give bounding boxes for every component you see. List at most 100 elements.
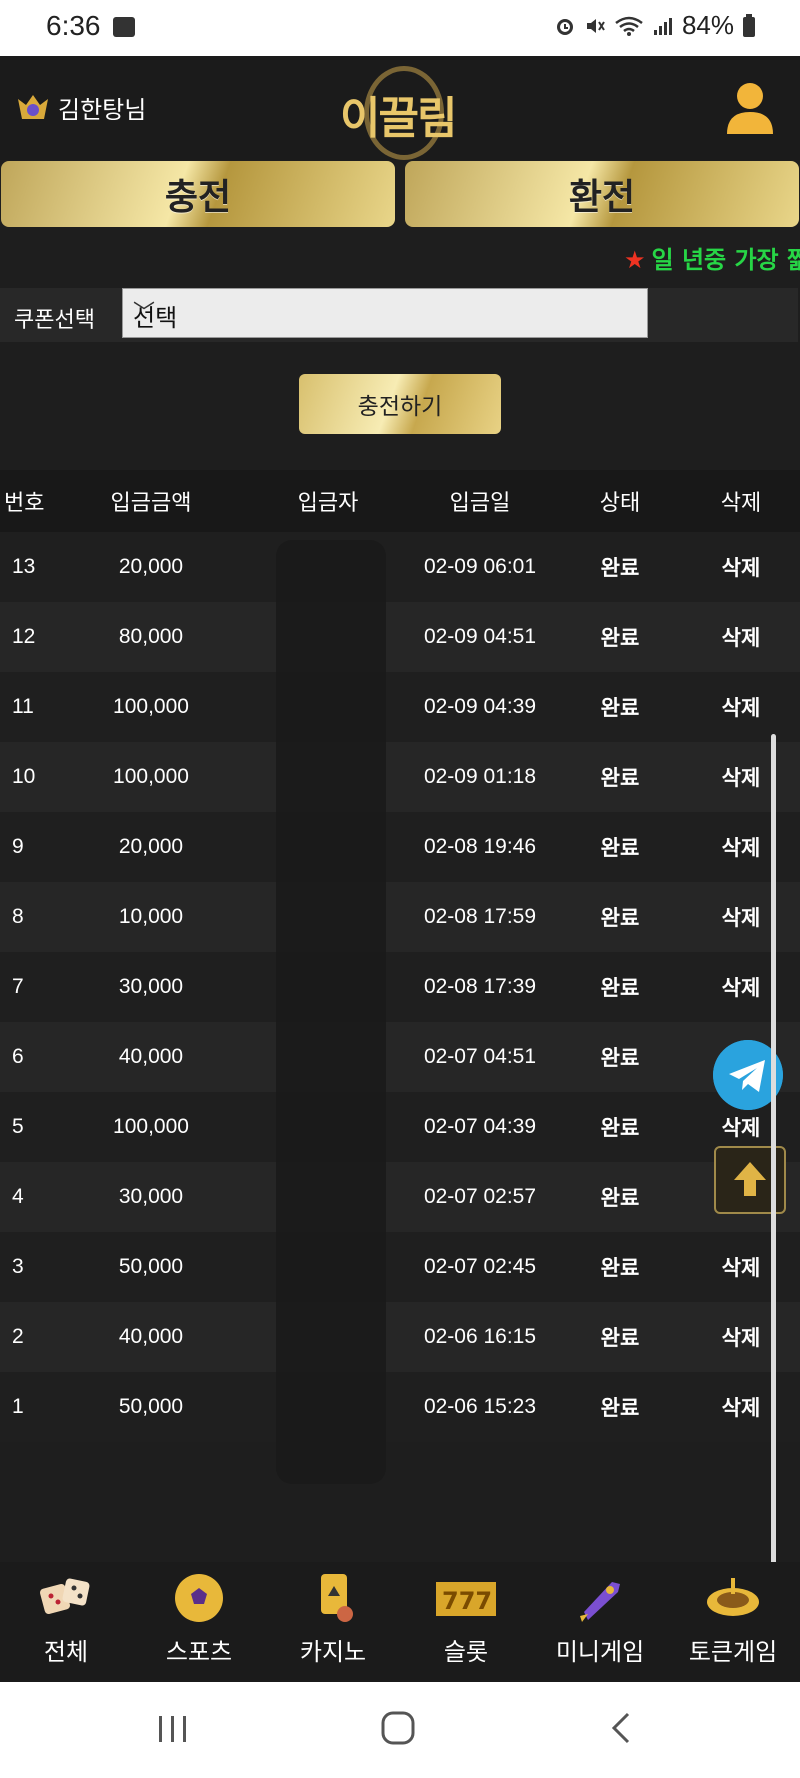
cell-delete[interactable]: 삭제 (700, 532, 782, 602)
cell-amount: 50,000 (118, 1395, 184, 1418)
gallery-notification-icon (113, 17, 135, 37)
nav-slot[interactable]: 777 슬롯 (401, 1562, 531, 1682)
col-header-depositor: 입금자 (297, 491, 359, 516)
back-icon[interactable] (608, 1710, 636, 1746)
nav-tokengame[interactable]: 토큰게임 (668, 1562, 798, 1682)
table-row: 3 50,000 02-07 02:45 완료 삭제 (0, 1232, 800, 1302)
cell-delete[interactable]: 삭제 (700, 742, 782, 812)
cell-delete[interactable]: 삭제 (700, 1372, 782, 1442)
site-logo[interactable]: 이끌림 (338, 60, 462, 160)
nav-all-label: 전체 (43, 1638, 89, 1666)
status-bar: 6:36 84% (0, 0, 800, 56)
cell-delete[interactable]: 삭제 (700, 1302, 782, 1372)
cell-amount: 100,000 (113, 695, 189, 718)
nav-sports-label: 스포츠 (165, 1638, 233, 1666)
cell-delete[interactable]: 삭제 (700, 952, 782, 1022)
signal-icon (653, 17, 672, 35)
cell-no: 9 (12, 835, 24, 858)
col-header-date: 입금일 (449, 491, 511, 516)
nav-tokengame-label: 토큰게임 (688, 1638, 778, 1666)
nav-casino-label: 카지노 (299, 1638, 367, 1666)
col-header-amount: 입금금액 (110, 491, 192, 516)
table-row: 11 100,000 02-09 04:39 완료 삭제 (0, 672, 800, 742)
cell-amount: 50,000 (118, 1255, 184, 1278)
recent-apps-icon[interactable] (156, 1712, 190, 1746)
charge-submit-button[interactable]: 충전하기 (299, 374, 501, 434)
cell-no: 4 (12, 1185, 24, 1208)
cell-date: 02-07 02:45 (423, 1255, 537, 1278)
system-nav-bar (0, 1682, 800, 1778)
cell-amount: 40,000 (118, 1325, 184, 1348)
user-info[interactable]: 김한탕님 (16, 90, 146, 125)
cell-date: 02-09 04:39 (423, 695, 537, 718)
table-row: 8 10,000 02-08 17:59 완료 삭제 (0, 882, 800, 952)
cell-status: 완료 (600, 837, 640, 860)
alarm-icon (556, 18, 573, 35)
table-row: 5 100,000 02-07 04:39 완료 삭제 (0, 1092, 800, 1162)
cell-amount: 100,000 (113, 1115, 189, 1138)
cell-delete[interactable]: 삭제 (700, 882, 782, 952)
cell-status: 완료 (600, 697, 640, 720)
tab-charge[interactable]: 충전 (1, 161, 395, 227)
nav-casino[interactable]: 카지노 (268, 1562, 398, 1682)
cell-date: 02-09 01:18 (423, 765, 537, 788)
table-row: 10 100,000 02-09 01:18 완료 삭제 (0, 742, 800, 812)
notice-text-wrap: ★ 일 년중 가장 짧 (624, 240, 800, 275)
cell-amount: 30,000 (118, 1185, 184, 1208)
nav-minigame[interactable]: 미니게임 (535, 1562, 665, 1682)
notice-marquee: ★ 일 년중 가장 짧 (0, 230, 800, 280)
cell-delete[interactable]: 삭제 (700, 1232, 782, 1302)
col-header-no: 번호 (4, 491, 45, 516)
table-row: 13 20,000 02-09 06:01 완료 삭제 (0, 532, 800, 602)
cell-amount: 20,000 (118, 835, 184, 858)
cell-date: 02-09 04:51 (423, 625, 537, 648)
rank-badge-icon (18, 94, 48, 119)
cell-delete[interactable]: 삭제 (700, 812, 782, 882)
cell-no: 11 (12, 695, 34, 718)
cell-status: 완료 (600, 1047, 640, 1070)
bottom-nav: 전체 스포츠 카지노 777 슬롯 미니게임 토큰게임 (0, 1562, 800, 1682)
col-header-status: 상태 (599, 491, 641, 516)
cell-no: 12 (12, 625, 36, 648)
cell-status: 완료 (600, 1187, 640, 1210)
cell-status: 완료 (600, 907, 640, 930)
cell-amount: 80,000 (118, 625, 184, 648)
table-row: 12 80,000 02-09 04:51 완료 삭제 (0, 602, 800, 672)
cell-no: 13 (12, 555, 36, 578)
cell-delete[interactable]: 삭제 (700, 602, 782, 672)
soccer-ball-icon (175, 1574, 223, 1622)
tab-exchange[interactable]: 환전 (405, 161, 799, 227)
cell-date: 02-06 15:23 (423, 1395, 537, 1418)
cell-status: 완료 (600, 1117, 640, 1140)
col-header-delete: 삭제 (720, 491, 762, 516)
cell-date: 02-09 06:01 (423, 555, 537, 578)
table-row: 1 50,000 02-06 15:23 완료 삭제 (0, 1372, 800, 1442)
status-time: 6:36 (46, 10, 101, 41)
cell-no: 6 (12, 1045, 24, 1068)
cell-no: 2 (12, 1325, 24, 1348)
nav-sports[interactable]: 스포츠 (134, 1562, 264, 1682)
table-row: 7 30,000 02-08 17:39 완료 삭제 (0, 952, 800, 1022)
coupon-row: 쿠폰선택 선택 ﹀ (0, 288, 798, 342)
cell-no: 1 (12, 1395, 24, 1418)
scrollbar[interactable] (771, 734, 776, 1670)
cell-status: 완료 (600, 557, 640, 580)
status-icons: 84% (554, 10, 756, 41)
cell-date: 02-07 04:39 (423, 1115, 537, 1138)
app-header: 김한탕님 이끌림 (0, 56, 800, 160)
cell-status: 완료 (600, 767, 640, 790)
chevron-down-icon: ﹀ (133, 301, 156, 326)
username: 김한탕님 (58, 96, 147, 124)
cell-date: 02-07 02:57 (423, 1185, 537, 1208)
nav-minigame-label: 미니게임 (555, 1638, 645, 1666)
nav-all[interactable]: 전체 (1, 1562, 131, 1682)
profile-icon[interactable] (724, 80, 776, 136)
notice-text: 일 년중 가장 짧 (651, 246, 800, 274)
cell-date: 02-08 17:59 (423, 905, 537, 928)
cell-delete[interactable]: 삭제 (700, 672, 782, 742)
star-icon: ★ (624, 246, 646, 274)
wifi-icon (615, 16, 643, 36)
home-icon[interactable] (380, 1710, 416, 1746)
coupon-select[interactable]: 선택 ﹀ (122, 288, 648, 338)
logo-text: 이끌림 (340, 93, 457, 144)
